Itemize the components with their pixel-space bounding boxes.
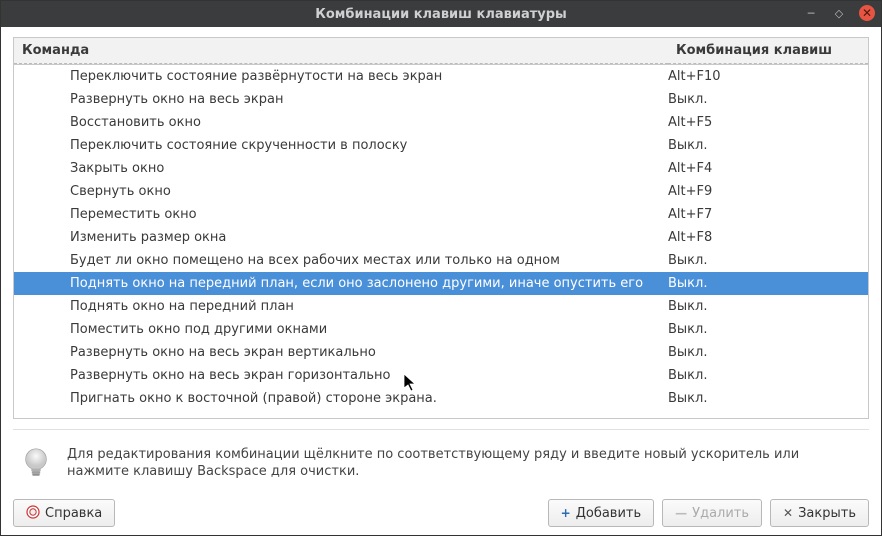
close-x-icon: ✕ <box>783 506 793 520</box>
remove-button[interactable]: — Удалить <box>662 499 762 527</box>
row-command: Свернуть окно <box>14 184 668 199</box>
row-shortcut: Выкл. <box>668 253 868 268</box>
plus-icon: + <box>561 506 571 520</box>
row-command: Развернуть окно на весь экран горизонтал… <box>14 368 668 383</box>
row-command: Поднять окно на передний план <box>14 299 668 314</box>
row-shortcut: Выкл. <box>668 92 868 107</box>
table-row[interactable]: Переключить состояние развёрнутости на в… <box>14 65 868 88</box>
column-header-command[interactable]: Команда <box>14 38 668 64</box>
row-command: Закрыть окно <box>14 161 668 176</box>
table-row[interactable]: Развернуть окно на весь экран вертикальн… <box>14 341 868 364</box>
row-command: Пригнать окно к восточной (правой) сторо… <box>14 391 668 406</box>
button-bar: Справка + Добавить — Удалить ✕ Закрыть <box>13 495 869 527</box>
hint-text: Для редактирования комбинации щёлкните п… <box>67 446 863 481</box>
row-shortcut: Alt+F10 <box>668 69 868 84</box>
hint-area: Для редактирования комбинации щёлкните п… <box>13 429 869 495</box>
maximize-icon[interactable]: ◇ <box>831 5 847 21</box>
row-command: Изменить размер окна <box>14 230 668 245</box>
content-area: Команда Комбинация клавиш Переключить со… <box>1 27 881 535</box>
add-button[interactable]: + Добавить <box>548 499 655 527</box>
help-icon <box>26 505 40 522</box>
titlebar: Комбинации клавиш клавиатуры ─ ◇ ✕ <box>1 1 881 27</box>
row-shortcut: Выкл. <box>668 368 868 383</box>
row-shortcut: Alt+F7 <box>668 207 868 222</box>
table-row[interactable]: Будет ли окно помещено на всех рабочих м… <box>14 249 868 272</box>
row-command: Переключить состояние скрученности в пол… <box>14 138 668 153</box>
table-body: Переключить состояние развёрнутости на в… <box>14 65 868 418</box>
row-shortcut: Выкл. <box>668 276 868 291</box>
row-shortcut: Выкл. <box>668 138 868 153</box>
table-row[interactable]: Развернуть окно на весь экранВыкл. <box>14 88 868 111</box>
keyboard-shortcuts-window: Комбинации клавиш клавиатуры ─ ◇ ✕ Коман… <box>0 0 882 536</box>
row-command: Переместить окно <box>14 207 668 222</box>
column-header-shortcut[interactable]: Комбинация клавиш <box>668 38 868 64</box>
table-row[interactable]: Пригнать окно к восточной (правой) сторо… <box>14 387 868 410</box>
help-button[interactable]: Справка <box>13 499 115 527</box>
close-icon[interactable]: ✕ <box>859 5 875 21</box>
row-shortcut: Alt+F8 <box>668 230 868 245</box>
row-shortcut: Выкл. <box>668 391 868 406</box>
row-shortcut: Alt+F9 <box>668 184 868 199</box>
row-command: Переключить состояние развёрнутости на в… <box>14 69 668 84</box>
row-shortcut: Выкл. <box>668 299 868 314</box>
row-command: Развернуть окно на весь экран вертикальн… <box>14 345 668 360</box>
close-button[interactable]: ✕ Закрыть <box>770 499 869 527</box>
add-button-label: Добавить <box>576 506 641 521</box>
row-command: Будет ли окно помещено на всех рабочих м… <box>14 253 668 268</box>
table-row[interactable]: Восстановить окноAlt+F5 <box>14 111 868 134</box>
table-row[interactable]: Поднять окно на передний план, если оно … <box>14 272 868 295</box>
window-title: Комбинации клавиш клавиатуры <box>315 7 567 22</box>
row-shortcut: Выкл. <box>668 345 868 360</box>
row-shortcut: Выкл. <box>668 322 868 337</box>
row-shortcut: Alt+F5 <box>668 115 868 130</box>
row-shortcut: Alt+F4 <box>668 161 868 176</box>
help-button-label: Справка <box>45 506 102 521</box>
table-row[interactable]: Поднять окно на передний планВыкл. <box>14 295 868 318</box>
remove-button-label: Удалить <box>692 506 749 521</box>
table-header: Команда Комбинация клавиш <box>14 38 868 65</box>
table-row[interactable]: Развернуть окно на весь экран горизонтал… <box>14 364 868 387</box>
lightbulb-icon <box>19 446 53 480</box>
shortcuts-table: Команда Комбинация клавиш Переключить со… <box>13 37 869 419</box>
row-command: Восстановить окно <box>14 115 668 130</box>
close-button-label: Закрыть <box>798 506 856 521</box>
table-row[interactable]: Свернуть окноAlt+F9 <box>14 180 868 203</box>
table-row[interactable]: Поместить окно под другими окнамиВыкл. <box>14 318 868 341</box>
table-row[interactable]: Переключить состояние скрученности в пол… <box>14 134 868 157</box>
minus-icon: — <box>675 506 687 520</box>
row-command: Развернуть окно на весь экран <box>14 92 668 107</box>
titlebar-buttons: ─ ◇ ✕ <box>803 5 875 21</box>
table-row[interactable]: Закрыть окноAlt+F4 <box>14 157 868 180</box>
minimize-icon[interactable]: ─ <box>803 5 819 21</box>
table-row[interactable]: Изменить размер окнаAlt+F8 <box>14 226 868 249</box>
table-row[interactable]: Переместить окноAlt+F7 <box>14 203 868 226</box>
row-command: Поместить окно под другими окнами <box>14 322 668 337</box>
row-command: Поднять окно на передний план, если оно … <box>14 276 668 291</box>
